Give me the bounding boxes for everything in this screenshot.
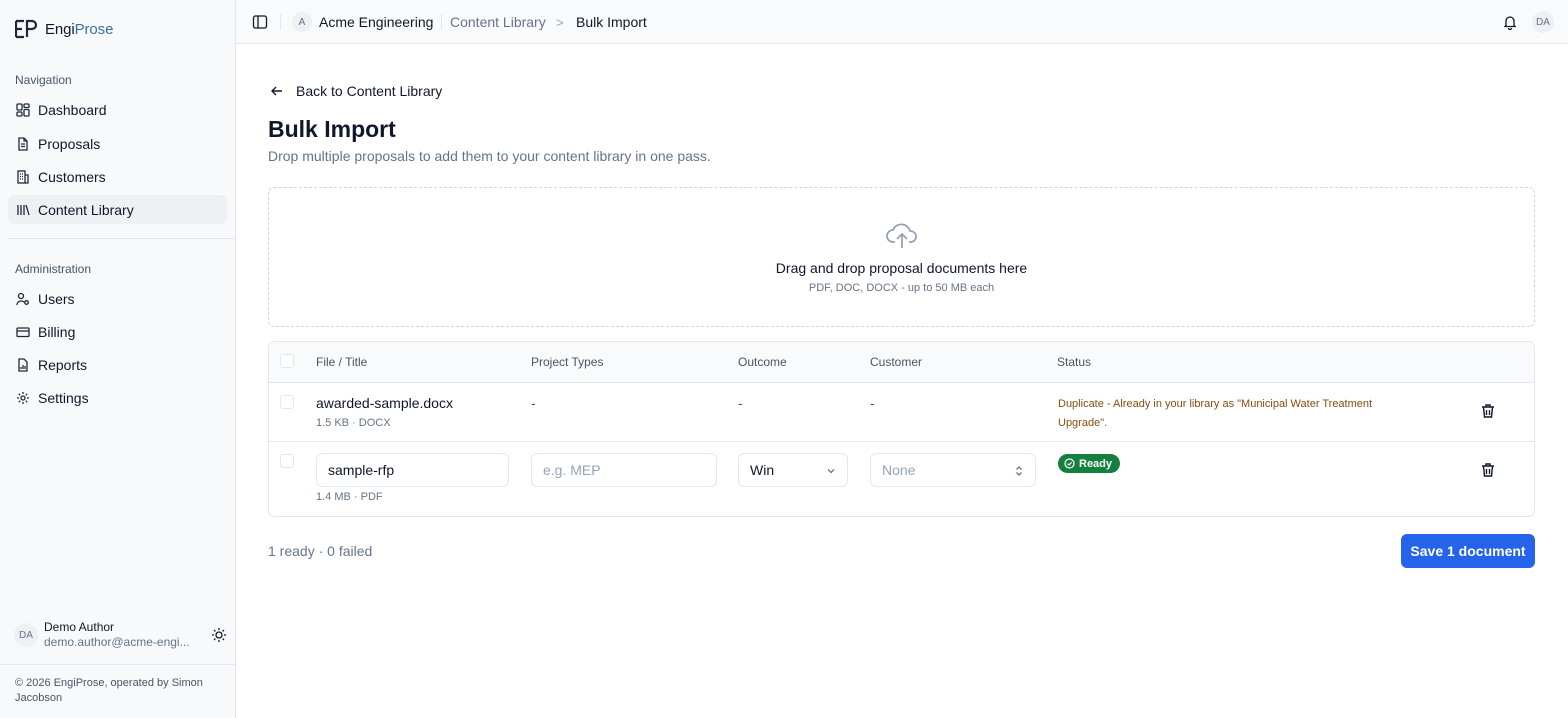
- nav-section-label: Navigation: [15, 73, 72, 87]
- row-checkbox[interactable]: [280, 454, 294, 468]
- building-icon: [17, 169, 29, 184]
- sidebar-item-label: Content Library: [38, 201, 134, 218]
- sidebar-item-label: Proposals: [38, 135, 101, 152]
- column-header: Customer: [870, 355, 923, 369]
- check-circle-icon: [1064, 458, 1075, 469]
- sidebar-item-reports[interactable]: Reports: [8, 350, 227, 379]
- user-cog-icon: [16, 292, 29, 305]
- file-dropzone[interactable]: Drag and drop proposal documents here PD…: [268, 187, 1535, 327]
- column-header: Project Types: [531, 355, 604, 369]
- footer-divider: [0, 664, 236, 665]
- breadcrumb-current: Bulk Import: [576, 14, 647, 30]
- import-table: File / Title Project Types Outcome Custo…: [268, 341, 1535, 517]
- file-meta: 1.4 MB · PDF: [316, 491, 383, 503]
- outcome-select-value: Win: [750, 462, 775, 478]
- report-icon: [18, 357, 28, 372]
- sidebar-item-label: Reports: [38, 356, 88, 373]
- table-row: sample-rfp 1.4 MB · PDF e.g. MEP Win Non…: [269, 442, 1534, 516]
- topbar-divider: [280, 14, 281, 30]
- import-summary: 1 ready · 0 failed: [268, 543, 373, 559]
- gear-icon: [17, 391, 29, 404]
- chevrons-up-down-icon: [1016, 466, 1022, 476]
- table-header: File / Title Project Types Outcome Custo…: [269, 342, 1534, 383]
- title-input-value: sample-rfp: [328, 462, 395, 478]
- sidebar-item-label: Settings: [38, 389, 89, 406]
- outcome-select[interactable]: Win: [738, 453, 848, 487]
- breadcrumb-content-library[interactable]: Content Library: [450, 14, 546, 30]
- cloud-upload-icon: [886, 223, 917, 248]
- back-link-label: Back to Content Library: [296, 83, 443, 99]
- table-row: awarded-sample.docx 1.5 KB · DOCX - - - …: [269, 383, 1534, 442]
- sidebar-item-label: Customers: [38, 168, 106, 185]
- sidebar-item-proposals[interactable]: Proposals: [8, 129, 227, 158]
- org-avatar[interactable]: A: [292, 12, 312, 32]
- title-input[interactable]: sample-rfp: [316, 453, 509, 487]
- topbar-divider: [441, 14, 442, 30]
- user-menu[interactable]: DA Demo Author demo.author@acme-engi...: [8, 616, 227, 654]
- credit-card-icon: [16, 326, 30, 337]
- engiprose-logo-icon: [15, 19, 37, 39]
- topbar: A Acme Engineering Content Library > Bul…: [236, 0, 1568, 44]
- duplicate-status: Duplicate - Already in your library as "…: [1058, 398, 1373, 429]
- sidebar-item-billing[interactable]: Billing: [8, 317, 227, 346]
- user-name: Demo Author: [44, 620, 115, 634]
- sidebar-item-label: Dashboard: [38, 101, 107, 118]
- customer-value: -: [870, 395, 875, 411]
- column-header: Outcome: [738, 355, 787, 369]
- dashboard-icon: [16, 102, 30, 117]
- chevron-down-icon: [827, 469, 835, 474]
- brand-name: EngiProse: [45, 20, 114, 38]
- library-icon: [17, 204, 30, 215]
- sidebar-item-label: Users: [38, 290, 75, 307]
- trash-icon[interactable]: [1480, 462, 1496, 478]
- dropzone-title: Drag and drop proposal documents here: [775, 260, 1028, 276]
- breadcrumb-separator: >: [556, 15, 564, 30]
- column-header: Status: [1057, 355, 1092, 369]
- arrow-left-icon: [271, 86, 282, 96]
- project-types-value: -: [531, 395, 536, 411]
- file-text-icon: [18, 136, 28, 151]
- row-checkbox[interactable]: [280, 395, 294, 409]
- page-subtitle: Drop multiple proposals to add them to y…: [268, 148, 711, 164]
- save-documents-button[interactable]: Save 1 document: [1401, 534, 1535, 568]
- project-types-placeholder: e.g. MEP: [543, 462, 601, 478]
- org-switcher[interactable]: Acme Engineering: [319, 14, 433, 30]
- status-badge: Ready: [1058, 454, 1121, 473]
- file-name: awarded-sample.docx: [316, 395, 453, 411]
- file-meta: 1.5 KB · DOCX: [316, 417, 391, 429]
- avatar: DA: [14, 623, 38, 647]
- status-badge-label: Ready: [1079, 457, 1113, 470]
- sidebar-divider: [8, 238, 235, 239]
- page-title: Bulk Import: [268, 116, 396, 142]
- trash-icon[interactable]: [1480, 403, 1496, 419]
- select-all-checkbox[interactable]: [280, 354, 294, 368]
- sidebar: EngiProse Navigation Dashboard Proposals…: [0, 0, 236, 718]
- admin-section-label: Administration: [15, 262, 92, 276]
- sidebar-item-users[interactable]: Users: [8, 284, 227, 313]
- bell-icon[interactable]: [1502, 14, 1518, 30]
- sidebar-item-dashboard[interactable]: Dashboard: [8, 95, 227, 124]
- footer-copyright: © 2026 EngiProse, operated by Simon Jaco…: [15, 677, 203, 704]
- dropzone-hint: PDF, DOC, DOCX - up to 50 MB each: [808, 282, 995, 294]
- avatar[interactable]: DA: [1532, 11, 1554, 33]
- outcome-value: -: [738, 395, 743, 411]
- brand[interactable]: EngiProse: [15, 18, 113, 40]
- project-types-input[interactable]: e.g. MEP: [531, 453, 717, 487]
- sidebar-item-customers[interactable]: Customers: [8, 162, 227, 191]
- customer-select-value: None: [882, 462, 916, 478]
- sidebar-toggle-icon[interactable]: [252, 14, 268, 30]
- sun-icon[interactable]: [211, 627, 227, 643]
- column-header: File / Title: [316, 355, 368, 369]
- back-to-content-library-link[interactable]: Back to Content Library: [270, 83, 442, 99]
- sidebar-item-label: Billing: [38, 323, 76, 340]
- user-email: demo.author@acme-engi...: [44, 635, 190, 649]
- sidebar-item-content-library[interactable]: Content Library: [8, 195, 227, 224]
- customer-select[interactable]: None: [870, 453, 1036, 487]
- sidebar-item-settings[interactable]: Settings: [8, 383, 227, 412]
